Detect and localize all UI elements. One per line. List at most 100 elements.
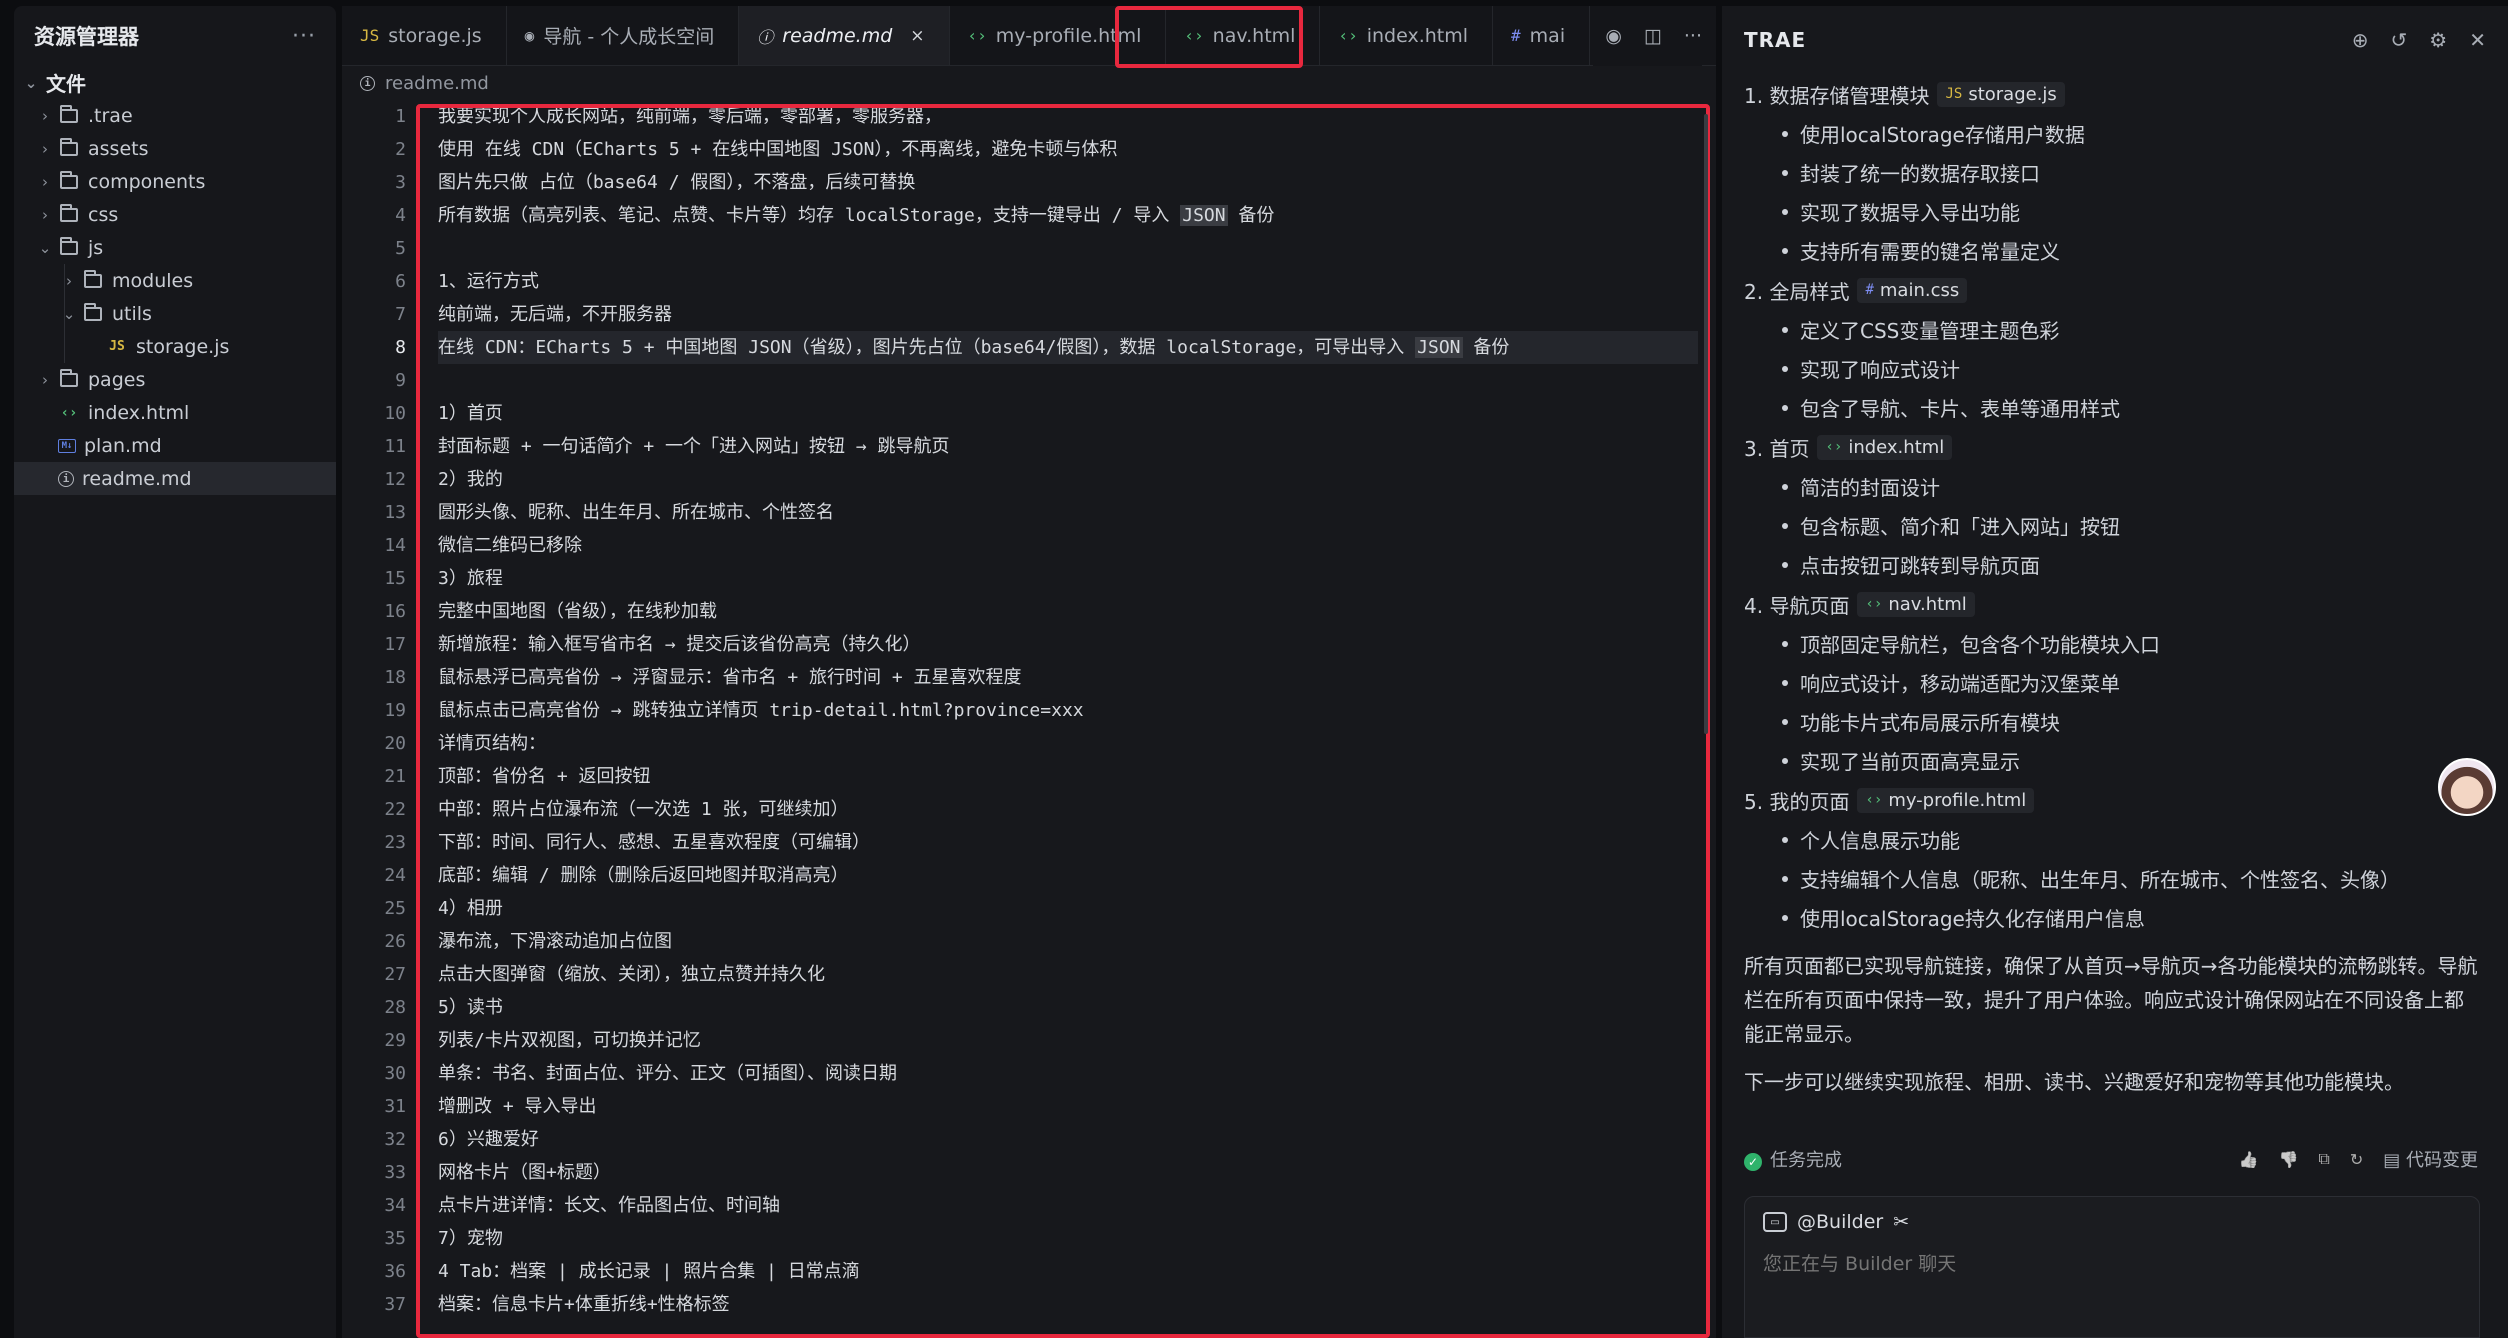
tab-js[interactable]: JS storage.js [342, 6, 507, 65]
code-line[interactable]: 新增旅程：输入框写省市名 → 提交后该省份高亮（持久化） [438, 628, 1698, 661]
code-line[interactable]: 档案：信息卡片+体重折线+性格标签 [438, 1288, 1698, 1321]
tab-html[interactable]: ‹› nav.html [1166, 6, 1321, 65]
code-line[interactable]: 图片先只做 占位（base64 / 假图），不落盘，后续可替换 [438, 166, 1698, 199]
indent-guide [64, 264, 65, 297]
code-line[interactable]: 纯前端，无后端，不开服务器 [438, 298, 1698, 331]
summary-bullet: 响应式设计，移动端适配为汉堡菜单 [1744, 663, 2478, 702]
file-chip[interactable]: ‹› nav.html [1857, 591, 1975, 617]
code-line[interactable]: 3）旅程 [438, 562, 1698, 595]
tab-html[interactable]: ‹› index.html [1320, 6, 1494, 65]
close-icon[interactable]: ✕ [2469, 28, 2486, 52]
tab-html[interactable]: ‹› my-profile.html [950, 6, 1167, 65]
code-line[interactable]: 4）相册 [438, 892, 1698, 925]
new-chat-icon[interactable]: ⊕ [2352, 28, 2369, 52]
copy-icon[interactable]: ⧉ [2318, 1149, 2329, 1169]
chat-input[interactable] [1763, 1253, 2461, 1275]
code-line[interactable] [438, 364, 1698, 397]
code-line[interactable]: 底部：编辑 / 删除（删除后返回地图并取消高亮） [438, 859, 1698, 892]
chat-box: ▭ @Builder ✂ [1744, 1196, 2480, 1338]
thumbs-up-icon[interactable]: 👍 [2239, 1150, 2259, 1169]
code-line[interactable]: 鼠标点击已高亮省份 → 跳转独立详情页 trip-detail.html?pro… [438, 694, 1698, 727]
code-line[interactable]: 顶部：省份名 + 返回按钮 [438, 760, 1698, 793]
code-line[interactable]: 瀑布流，下滑滚动追加占位图 [438, 925, 1698, 958]
code-line[interactable]: 单条：书名、封面占位、评分、正文（可插图）、阅读日期 [438, 1057, 1698, 1090]
code-line[interactable]: 圆形头像、昵称、出生年月、所在城市、个性签名 [438, 496, 1698, 529]
tab-info[interactable]: ⓘ readme.md × [739, 6, 950, 65]
code-line[interactable]: 4 Tab：档案 | 成长记录 | 照片合集 | 日常点滴 [438, 1255, 1698, 1288]
line-number: 5 [395, 238, 406, 259]
code-line[interactable]: 1）首页 [438, 397, 1698, 430]
tree-item[interactable]: ‹› index.html [14, 396, 336, 429]
code-line[interactable]: 微信二维码已移除 [438, 529, 1698, 562]
file-chip[interactable]: ‹› my-profile.html [1857, 787, 2035, 813]
code-line[interactable]: 点击大图弹窗（缩放、关闭），独立点赞并持久化 [438, 958, 1698, 991]
code-line[interactable]: 1、运行方式 [438, 265, 1698, 298]
code-line[interactable]: 封面标题 + 一句话简介 + 一个「进入网站」按钮 → 跳导航页 [438, 430, 1698, 463]
tab-preview[interactable]: ◉ 导航 - 个人成长空间 [507, 6, 740, 65]
file-chip-icon: JS [1945, 86, 1963, 102]
file-chip[interactable]: # main.css [1857, 277, 1968, 303]
code-line[interactable]: 2）我的 [438, 463, 1698, 496]
code-line[interactable]: 在线 CDN：ECharts 5 + 中国地图 JSON（省级），图片先占位（b… [438, 331, 1698, 364]
line-number: 28 [384, 997, 406, 1018]
close-tab-icon[interactable]: × [910, 26, 924, 46]
file-chip[interactable]: ‹› index.html [1817, 434, 1953, 460]
gear-icon[interactable]: ⚙ [2429, 28, 2447, 52]
history-icon[interactable]: ↺ [2391, 28, 2408, 52]
code-line[interactable]: 6）兴趣爱好 [438, 1123, 1698, 1156]
thumbs-down-icon[interactable]: 👎 [2279, 1150, 2299, 1169]
code-line[interactable] [438, 232, 1698, 265]
refresh-icon[interactable]: ↻ [2350, 1150, 2363, 1169]
section-title: 5. 我的页面 [1744, 789, 1850, 814]
code-changes-button[interactable]: ▤ 代码变更 [2383, 1146, 2478, 1172]
tree-item[interactable]: ⌄ utils [14, 297, 336, 330]
line-number: 26 [384, 931, 406, 952]
code-line[interactable]: 网格卡片（图+标题） [438, 1156, 1698, 1189]
line-number: 9 [395, 370, 406, 391]
code-line[interactable]: 完整中国地图（省级），在线秒加载 [438, 595, 1698, 628]
line-number: 32 [384, 1129, 406, 1150]
tab-label: my-profile.html [995, 24, 1142, 47]
tree-item[interactable]: M↓ plan.md [14, 429, 336, 462]
tree-item[interactable]: › pages [14, 363, 336, 396]
code-line[interactable]: 点卡片进详情：长文、作品图占位、时间轴 [438, 1189, 1698, 1222]
code-line[interactable]: 我要实现个人成长网站，纯前端，零后端，零部署，零服务器， [438, 100, 1698, 133]
tree-item[interactable]: JS storage.js [14, 330, 336, 363]
tree-item-label: .trae [88, 104, 133, 127]
code-line[interactable]: 详情页结构： [438, 727, 1698, 760]
tree-item[interactable]: ⌄ js [14, 231, 336, 264]
more-options-icon[interactable]: ··· [292, 24, 316, 49]
code-lines[interactable]: 我要实现个人成长网站，纯前端，零后端，零部署，零服务器， 使用 在线 CDN（EC… [438, 100, 1698, 1321]
html-tab-icon: ‹› [967, 26, 987, 45]
line-number: 17 [384, 634, 406, 655]
tree-item[interactable]: › assets [14, 132, 336, 165]
code-line[interactable]: 鼠标悬浮已高亮省份 → 浮窗显示：省市名 + 旅行时间 + 五星喜欢程度 [438, 661, 1698, 694]
vertical-scrollbar[interactable] [1704, 114, 1708, 734]
code-line[interactable]: 5）读书 [438, 991, 1698, 1024]
code-area[interactable]: 1 2 3 4 5 6 7 8 9 10 11 12 13 14 15 16 17 18 19 20 21 22 23 24 2… [342, 100, 1716, 1338]
tree-item[interactable]: › css [14, 198, 336, 231]
line-number: 35 [384, 1228, 406, 1249]
tab-css[interactable]: # mai [1493, 6, 1591, 65]
code-line[interactable]: 所有数据（高亮列表、笔记、点赞、卡片等）均存 localStorage，支持一键… [438, 199, 1698, 232]
code-line[interactable]: 使用 在线 CDN（ECharts 5 + 在线中国地图 JSON），不再离线，… [438, 133, 1698, 166]
code-line[interactable]: 中部：照片占位瀑布流（一次选 1 张，可继续加） [438, 793, 1698, 826]
assistant-avatar[interactable] [2438, 758, 2496, 816]
tree-item[interactable]: i readme.md [14, 462, 336, 495]
file-chip[interactable]: JS storage.js [1937, 81, 2065, 107]
builder-mention[interactable]: ▭ @Builder ✂ [1763, 1211, 2461, 1233]
tree-item[interactable]: › components [14, 165, 336, 198]
folder-icon [60, 137, 78, 156]
tree-item[interactable]: › .trae [14, 99, 336, 132]
preview-icon[interactable]: ◉ [1605, 25, 1622, 47]
tree-root-folder[interactable]: ⌄ 文件 [14, 66, 336, 99]
folder-icon [84, 302, 102, 321]
code-line[interactable]: 增删改 + 导入导出 [438, 1090, 1698, 1123]
split-editor-icon[interactable]: ◫ [1644, 25, 1662, 47]
tree-item[interactable]: › modules [14, 264, 336, 297]
code-line[interactable]: 下部：时间、同行人、感想、五星喜欢程度（可编辑） [438, 826, 1698, 859]
code-line[interactable]: 列表/卡片双视图，可切换并记忆 [438, 1024, 1698, 1057]
breadcrumb[interactable]: i readme.md [342, 66, 1716, 100]
code-line[interactable]: 7）宠物 [438, 1222, 1698, 1255]
more-actions-icon[interactable]: ··· [1684, 25, 1702, 47]
